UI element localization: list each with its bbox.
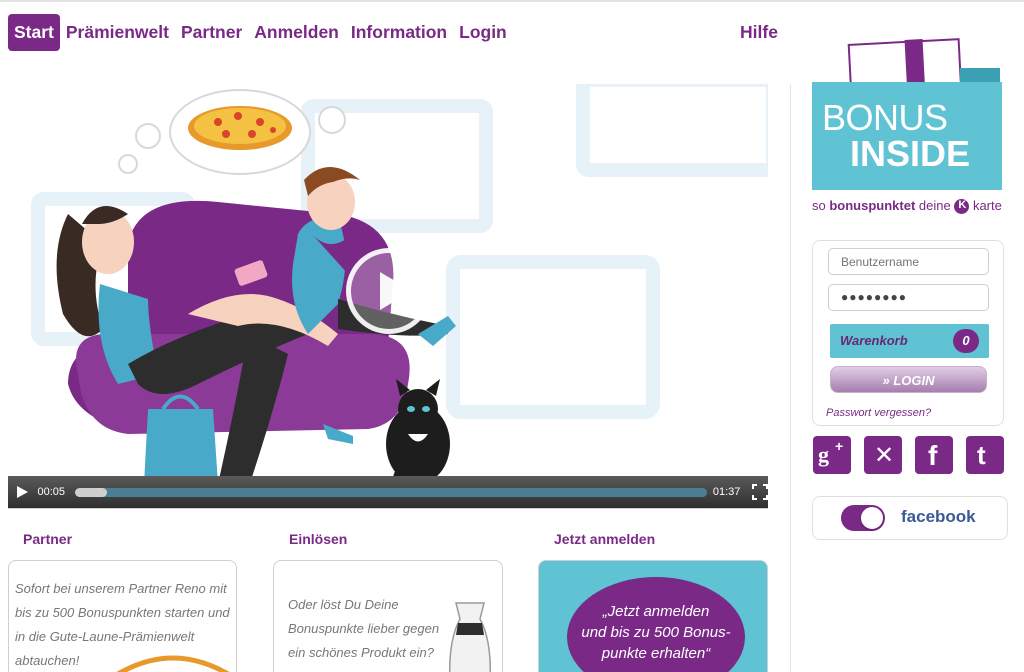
login-button[interactable]: » LOGIN [830,366,987,393]
google-plus-icon[interactable]: g + [813,436,851,474]
einloesen-text-line: Oder löst Du Deine [288,597,399,612]
cart-button[interactable]: Warenkorb 0 [830,324,989,358]
nav-partner[interactable]: Partner [181,14,242,51]
einloesen-text-line: Bonuspunkte lieber gegen [288,621,440,636]
logo-line2: INSIDE [850,133,971,174]
logo-line1: BONUS [822,97,948,138]
nav-praemienwelt[interactable]: Prämienwelt [66,14,169,51]
sidebar-divider [790,84,791,672]
carafe-image [448,602,492,672]
einloesen-box[interactable]: Oder löst Du Deine Bonuspunkte lieber ge… [273,560,503,672]
login-panel: ●●●●●●●● Warenkorb 0 » LOGIN Passwort ve… [812,240,1004,426]
cart-label: Warenkorb [840,333,908,348]
partner-text-line: in die Gute-Laune-Prämienwelt [15,629,195,644]
xing-icon[interactable]: ✕ [864,436,902,474]
twitter-icon[interactable]: t [966,436,1004,474]
facebook-toggle-panel: facebook [812,496,1008,540]
nav-start[interactable]: Start [8,14,60,51]
current-time: 00:05 [37,486,66,498]
partner-heading: Partner [23,531,73,547]
video-controls: 00:05 01:37 [8,476,768,508]
bubble-line: „Jetzt anmelden [602,603,710,620]
bubble-line: und bis zu 500 Bonus- [581,624,731,641]
play-overlay-button[interactable] [346,248,432,334]
fullscreen-icon[interactable] [752,484,768,500]
top-border [0,0,1024,2]
einloesen-heading: Einlösen [289,531,348,547]
facebook-icon[interactable]: f [915,436,953,474]
video-player[interactable]: 00:05 01:37 [8,84,768,508]
nav-information[interactable]: Information [351,14,447,51]
anmelden-box[interactable]: „Jetzt anmelden und bis zu 500 Bonus- pu… [538,560,768,672]
partner-text-line: bis zu 500 Bonuspunkten starten und [15,605,230,620]
reno-logo: RENO [113,655,230,672]
forgot-password-link[interactable]: Passwort vergessen? [826,407,931,419]
username-input[interactable] [828,248,989,275]
partner-box[interactable]: Sofort bei unserem Partner Reno mit bis … [8,560,237,672]
nav-login[interactable]: Login [459,14,507,51]
anmelden-heading: Jetzt anmelden [554,531,656,547]
facebook-label: facebook [901,507,976,526]
facebook-toggle[interactable] [841,505,885,531]
partner-text-line: Sofort bei unserem Partner Reno mit [15,581,227,596]
seek-bar[interactable] [74,487,707,497]
buffered-bar [74,487,707,497]
k-icon: K [954,199,970,215]
pizza-icon [188,106,292,150]
nav-anmelden[interactable]: Anmelden [254,14,339,51]
password-input[interactable]: ●●●●●●●● [828,284,989,311]
cart-count-badge: 0 [953,329,979,353]
logo-tagline: so bonuspunktet deine K karte [812,198,1002,215]
nav-help[interactable]: Hilfe [740,14,778,51]
play-icon[interactable] [8,476,35,508]
main-nav: Start Prämienwelt Partner Anmelden Infor… [8,14,519,51]
bonus-inside-logo[interactable]: BONUS INSIDE so bonuspunktet deine K kar… [810,38,1006,218]
divider [8,508,768,509]
einloesen-text-line: ein schönes Produkt ein? [288,645,434,660]
duration: 01:37 [712,486,741,498]
bubble-line: punkte erhalten“ [601,645,711,662]
played-bar [74,487,107,497]
